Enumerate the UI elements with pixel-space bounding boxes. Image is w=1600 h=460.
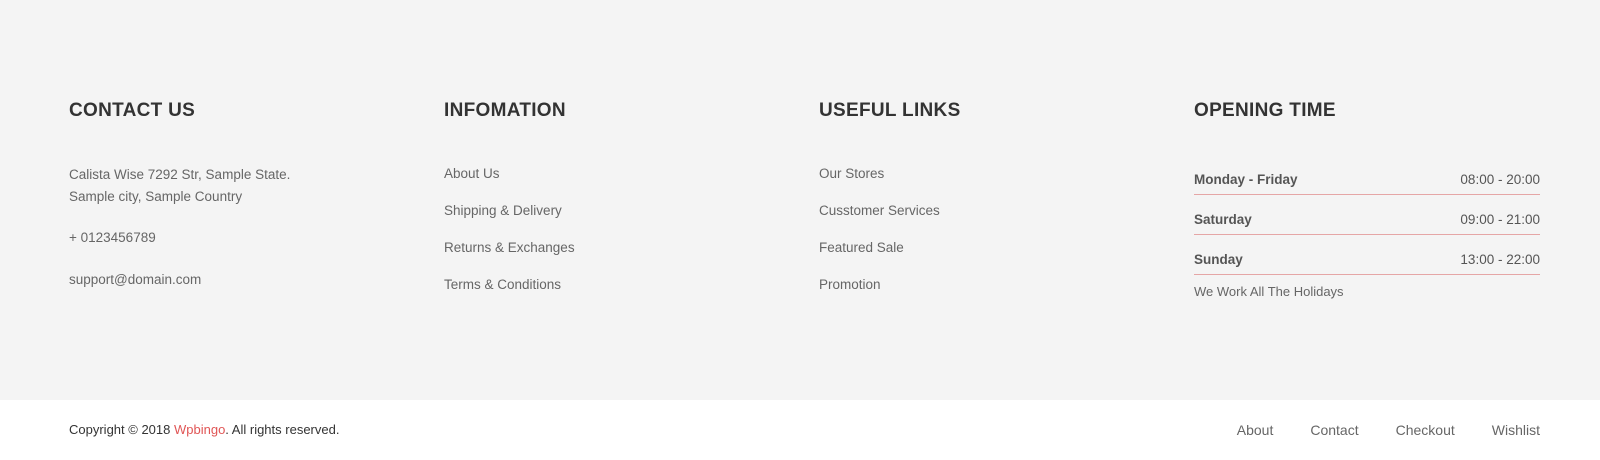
footer-nav-wishlist[interactable]: Wishlist [1492, 422, 1540, 438]
link-featured-sale[interactable]: Featured Sale [819, 240, 904, 255]
link-returns-exchanges[interactable]: Returns & Exchanges [444, 240, 575, 255]
holidays-note: We Work All The Holidays [1194, 284, 1344, 299]
hours-day: Monday - Friday [1194, 171, 1298, 187]
copyright: Copyright © 2018 Wpbingo. All rights res… [69, 422, 339, 437]
footer-bottom-bar: Copyright © 2018 Wpbingo. All rights res… [0, 400, 1600, 460]
link-terms-conditions[interactable]: Terms & Conditions [444, 277, 561, 292]
footer-nav-contact[interactable]: Contact [1310, 422, 1358, 438]
information-title: INFOMATION [444, 100, 566, 121]
hours-row-saturday: Saturday 09:00 - 21:00 [1194, 204, 1540, 235]
hours-row-weekdays: Monday - Friday 08:00 - 20:00 [1194, 164, 1540, 195]
link-shipping-delivery[interactable]: Shipping & Delivery [444, 203, 562, 218]
footer-widgets: CONTACT US Calista Wise 7292 Str, Sample… [0, 0, 1600, 400]
link-about-us[interactable]: About Us [444, 166, 500, 181]
contact-address: Calista Wise 7292 Str, Sample State. Sam… [69, 164, 290, 208]
hours-row-sunday: Sunday 13:00 - 22:00 [1194, 244, 1540, 275]
contact-email[interactable]: support@domain.com [69, 269, 201, 291]
useful-links-list: Our Stores Cusstomer Services Featured S… [819, 165, 940, 313]
contact-title: CONTACT US [69, 100, 196, 121]
hours-day: Sunday [1194, 251, 1243, 267]
link-customer-services[interactable]: Cusstomer Services [819, 203, 940, 218]
brand-link[interactable]: Wpbingo [174, 422, 225, 437]
hours-time: 13:00 - 22:00 [1460, 251, 1540, 267]
contact-phone: + 0123456789 [69, 230, 156, 245]
footer-nav-checkout[interactable]: Checkout [1396, 422, 1455, 438]
address-line-2: Sample city, Sample Country [69, 189, 243, 204]
information-links: About Us Shipping & Delivery Returns & E… [444, 165, 575, 313]
footer-nav-about[interactable]: About [1237, 422, 1274, 438]
hours-time: 09:00 - 21:00 [1460, 211, 1540, 227]
hours-day: Saturday [1194, 211, 1252, 227]
footer-nav: About Contact Checkout Wishlist [1237, 422, 1540, 438]
copyright-suffix: . All rights reserved. [225, 422, 340, 437]
copyright-prefix: Copyright © 2018 [69, 422, 174, 437]
useful-links-title: USEFUL LINKS [819, 100, 961, 121]
hours-time: 08:00 - 20:00 [1460, 171, 1540, 187]
address-line-1: Calista Wise 7292 Str, Sample State. [69, 167, 291, 182]
opening-hours: Monday - Friday 08:00 - 20:00 Saturday 0… [1194, 164, 1540, 299]
link-promotion[interactable]: Promotion [819, 277, 881, 292]
link-our-stores[interactable]: Our Stores [819, 166, 884, 181]
opening-time-title: OPENING TIME [1194, 100, 1336, 121]
